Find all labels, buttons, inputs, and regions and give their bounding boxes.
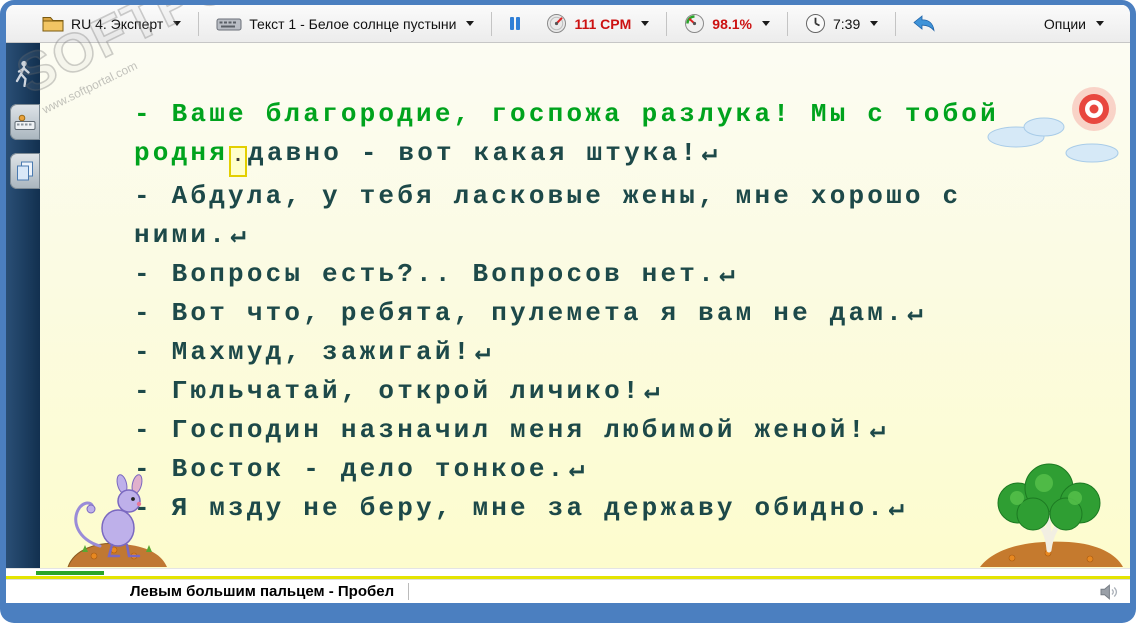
accuracy-indicator[interactable]: 98.1%	[684, 13, 770, 34]
untyped-text: давно - вот какая штука!	[248, 138, 700, 168]
toolbar-separator	[666, 11, 668, 36]
dropdown-caret-icon	[870, 21, 879, 26]
progress-track	[6, 576, 1130, 579]
text-label: Текст 1 - Белое солнце пустыни	[249, 15, 457, 32]
untyped-text: - Восток - дело тонкое.	[134, 454, 567, 484]
time-value: 7:39	[833, 15, 861, 32]
sidebar-button-texts[interactable]	[10, 153, 40, 189]
app-body: - Ваше благородие, госпожа разлука! Мы с…	[6, 43, 1130, 568]
walking-person-icon	[13, 60, 33, 87]
text-line: - Ваше благородие, госпожа разлука! Мы с…	[134, 95, 999, 134]
text-line: - Я мзду не беру, мне за державу обидно.…	[134, 489, 999, 528]
text-selector[interactable]: Текст 1 - Белое солнце пустыни	[216, 15, 475, 32]
text-line: - Восток - дело тонкое.↵	[134, 450, 999, 489]
options-menu[interactable]: Опции	[1044, 16, 1104, 32]
hands-keyboard-icon	[14, 114, 36, 131]
pause-button[interactable]	[509, 16, 521, 31]
restart-button[interactable]	[913, 15, 935, 32]
speed-value: 111 CPM	[574, 15, 632, 32]
untyped-text: - Гюльчатай, открой личико!	[134, 376, 642, 406]
sun-clouds-decoration	[987, 87, 1119, 163]
clock-icon	[805, 13, 826, 34]
copy-pages-icon	[16, 161, 34, 181]
untyped-text: - Абдула, у тебя ласковые жены, мне хоро…	[134, 181, 962, 211]
text-line: родня · давно - вот какая штука!↵	[134, 134, 999, 177]
folder-icon	[42, 15, 64, 32]
progress-bar	[6, 568, 1130, 579]
lesson-label: RU 4. Эксперт	[71, 15, 164, 32]
untyped-text: - Я мзду не беру, мне за державу обидно.	[134, 493, 887, 523]
lesson-selector[interactable]: RU 4. Эксперт	[42, 15, 182, 32]
return-symbol: ↵	[643, 376, 663, 406]
sidebar	[6, 43, 40, 568]
dropdown-caret-icon	[1096, 21, 1104, 26]
options-label: Опции	[1043, 15, 1086, 32]
return-symbol: ↵	[869, 415, 889, 445]
text-line: - Махмуд, зажигай!↵	[134, 333, 999, 372]
sidebar-button-statistics[interactable]	[8, 55, 38, 91]
speed-indicator[interactable]: 111 CPM	[546, 13, 650, 34]
untyped-text: ними.	[134, 220, 229, 250]
typed-text: родня	[134, 138, 229, 168]
return-symbol: ↵	[888, 493, 907, 523]
speaker-icon[interactable]	[1100, 583, 1118, 600]
return-symbol: ↵	[906, 298, 926, 328]
dropdown-caret-icon	[466, 21, 475, 26]
typed-text: - Ваше благородие, госпожа разлука! Мы с…	[134, 99, 999, 129]
statusbar-separator	[408, 583, 410, 600]
typing-cursor: ·	[229, 146, 248, 177]
keyboard-icon	[216, 15, 242, 32]
speedometer-icon	[546, 13, 567, 34]
dropdown-caret-icon	[762, 21, 770, 26]
undo-arrow-icon	[913, 15, 935, 32]
return-symbol: ↵	[474, 337, 494, 367]
untyped-text: - Вот что, ребята, пулемета я вам не дам…	[134, 298, 905, 328]
accuracy-gauge-icon	[684, 13, 705, 34]
pause-icon	[509, 16, 521, 31]
typing-lines: - Ваше благородие, госпожа разлука! Мы с…	[134, 95, 999, 528]
text-line: ними.↵	[134, 216, 999, 255]
text-line: - Вот что, ребята, пулемета я вам не дам…	[134, 294, 999, 333]
toolbar: RU 4. Эксперт Текст 1 - Белое солнце пус…	[6, 5, 1130, 43]
app-window: RU 4. Эксперт Текст 1 - Белое солнце пус…	[0, 0, 1136, 623]
text-line: - Господин назначил меня любимой женой!↵	[134, 411, 999, 450]
dropdown-caret-icon	[641, 21, 650, 26]
progress-completed	[36, 571, 104, 575]
text-line: - Гюльчатай, открой личико!↵	[134, 372, 999, 411]
return-symbol: ↵	[718, 259, 738, 289]
toolbar-separator	[198, 11, 200, 36]
finger-hint: Левым большим пальцем - Пробел	[130, 583, 395, 600]
return-symbol: ↵	[230, 220, 249, 250]
untyped-text: - Вопросы есть?.. Вопросов нет.	[134, 259, 717, 289]
time-indicator[interactable]: 7:39	[805, 13, 879, 34]
status-bar: Левым большим пальцем - Пробел	[6, 579, 1130, 603]
untyped-text: - Махмуд, зажигай!	[134, 337, 473, 367]
toolbar-separator	[895, 11, 897, 36]
dropdown-caret-icon	[173, 21, 182, 26]
text-line: - Вопросы есть?.. Вопросов нет.↵	[134, 255, 999, 294]
typing-area[interactable]: - Ваше благородие, госпожа разлука! Мы с…	[40, 43, 1130, 568]
return-symbol: ↵	[568, 454, 588, 484]
text-line: - Абдула, у тебя ласковые жены, мне хоро…	[134, 177, 999, 216]
accuracy-value: 98.1%	[712, 15, 752, 32]
sidebar-button-keyboard[interactable]	[10, 104, 40, 140]
toolbar-separator	[787, 11, 788, 36]
toolbar-separator	[491, 11, 493, 36]
untyped-text: - Господин назначил меня любимой женой!	[134, 415, 868, 445]
return-symbol: ↵	[701, 138, 721, 168]
